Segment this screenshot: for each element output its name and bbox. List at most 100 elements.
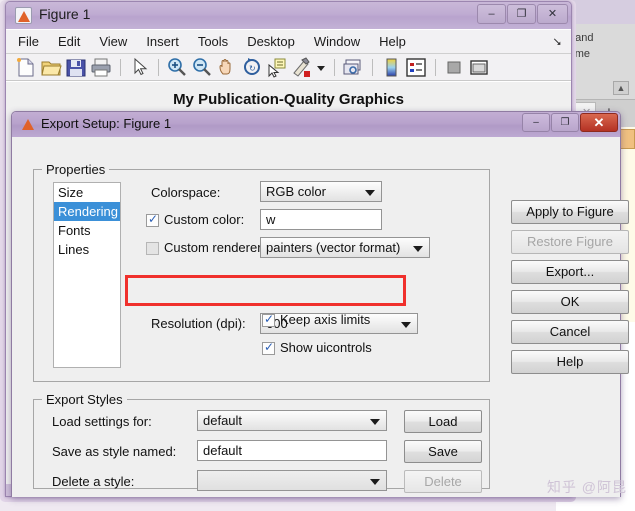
pan-icon[interactable] (215, 56, 239, 79)
figure-menubar: File Edit View Insert Tools Desktop Wind… (6, 29, 571, 54)
export-dialog-title: Export Setup: Figure 1 (41, 116, 172, 131)
custom-color-input[interactable]: w (260, 209, 382, 230)
save-as-style-value: default (203, 443, 243, 458)
save-as-style-label: Save as style named: (52, 444, 177, 459)
figure-window-controls: – ❐ ✕ (477, 4, 568, 24)
figure-toolbar: ↻ (6, 54, 571, 81)
category-listbox[interactable]: Size Rendering Fonts Lines (53, 182, 121, 368)
delete-style-combo[interactable] (197, 470, 387, 491)
custom-color-label: Custom color: (164, 212, 245, 227)
menu-edit[interactable]: Edit (58, 34, 93, 49)
category-item-fonts[interactable]: Fonts (54, 221, 120, 240)
menu-file[interactable]: File (18, 34, 52, 49)
background-cell-orange (619, 129, 635, 149)
export-styles-group-legend: Export Styles (42, 392, 127, 407)
colorbar-icon[interactable] (379, 56, 403, 79)
custom-renderer-checkbox[interactable] (146, 242, 159, 255)
custom-color-value: w (266, 212, 276, 227)
export-dialog-titlebar[interactable]: Export Setup: Figure 1 – ❐ ✕ (12, 112, 620, 137)
keep-axis-limits-checkbox[interactable] (262, 312, 275, 327)
keep-axis-limits-label: Keep axis limits (280, 312, 371, 327)
menu-insert[interactable]: Insert (146, 34, 192, 49)
restore-figure-button[interactable]: Restore Figure (511, 230, 629, 254)
load-button[interactable]: Load (404, 410, 482, 433)
menu-help[interactable]: Help (379, 34, 419, 49)
close-button[interactable]: ✕ (580, 113, 618, 132)
custom-renderer-value: painters (vector format) (266, 240, 401, 255)
brush-select-data-icon[interactable] (290, 56, 314, 79)
save-figure-icon[interactable] (64, 56, 88, 79)
hide-plot-tools-icon[interactable] (442, 56, 466, 79)
load-settings-combo[interactable]: default (197, 410, 387, 431)
export-dialog-window-controls: – ❐ ✕ (522, 113, 618, 132)
data-cursor-icon[interactable] (265, 56, 289, 79)
print-figure-icon[interactable] (89, 56, 113, 79)
screen-root: n and Time ▲ n ✕ + ▲ Figure 1 – ❐ ✕ (0, 0, 635, 511)
toolbar-separator (435, 58, 436, 76)
resolution-label: Resolution (dpi): (151, 316, 246, 331)
chevron-down-icon (413, 246, 423, 252)
show-uicontrols-checkbox[interactable] (262, 340, 275, 355)
minimize-button[interactable]: – (522, 113, 550, 132)
chevron-down-icon (370, 419, 380, 425)
chevron-down-icon (401, 322, 411, 328)
background-ribbon-line1: n and (566, 32, 594, 44)
ok-button[interactable]: OK (511, 290, 629, 314)
figure-title: Figure 1 (39, 6, 91, 22)
custom-renderer-combo[interactable]: painters (vector format) (260, 237, 430, 258)
delete-style-label: Delete a style: (52, 474, 135, 489)
colorspace-value: RGB color (266, 184, 326, 199)
open-file-icon[interactable] (39, 56, 63, 79)
menu-overflow-arrow-icon[interactable]: ⭨ (553, 35, 561, 50)
maximize-button[interactable]: ❐ (551, 113, 579, 132)
category-item-size[interactable]: Size (54, 183, 120, 202)
toolbar-separator (158, 58, 159, 76)
custom-color-checkbox[interactable] (146, 212, 159, 227)
properties-group-legend: Properties (42, 162, 110, 177)
cancel-button[interactable]: Cancel (511, 320, 629, 344)
export-styles-group: Export Styles Load settings for: default… (33, 392, 490, 493)
save-button[interactable]: Save (404, 440, 482, 463)
help-button[interactable]: Help (511, 350, 629, 374)
toolbar-separator (334, 58, 335, 76)
link-plot-icon[interactable] (341, 56, 365, 79)
category-item-lines[interactable]: Lines (54, 240, 120, 259)
menu-view[interactable]: View (99, 34, 140, 49)
menu-tools[interactable]: Tools (198, 34, 241, 49)
zoom-out-icon[interactable] (190, 56, 214, 79)
collapse-ribbon-icon[interactable]: ▲ (613, 81, 629, 95)
menu-window[interactable]: Window (314, 34, 373, 49)
zoom-in-icon[interactable] (165, 56, 189, 79)
load-settings-label: Load settings for: (52, 414, 152, 429)
category-item-rendering[interactable]: Rendering (54, 202, 120, 221)
figure-titlebar[interactable]: Figure 1 – ❐ ✕ (6, 2, 571, 29)
apply-to-figure-button[interactable]: Apply to Figure (511, 200, 629, 224)
brush-dropdown-icon[interactable] (315, 56, 327, 79)
show-plot-tools-icon[interactable] (467, 56, 491, 79)
show-uicontrols-label: Show uicontrols (280, 340, 372, 355)
minimize-button[interactable]: – (477, 4, 506, 24)
maximize-button[interactable]: ❐ (507, 4, 536, 24)
new-figure-icon[interactable] (14, 56, 38, 79)
colorspace-combo[interactable]: RGB color (260, 181, 382, 202)
delete-button[interactable]: Delete (404, 470, 482, 493)
menu-desktop[interactable]: Desktop (247, 34, 308, 49)
custom-renderer-label: Custom renderer: (164, 240, 266, 255)
rotate-3d-icon[interactable]: ↻ (240, 56, 264, 79)
legend-icon[interactable] (404, 56, 428, 79)
colorspace-label: Colorspace: (151, 185, 221, 200)
load-settings-value: default (203, 413, 243, 428)
chevron-down-icon (365, 190, 375, 196)
chevron-down-icon (370, 479, 380, 485)
export-button[interactable]: Export... (511, 260, 629, 284)
toolbar-separator (120, 58, 121, 76)
matlab-icon (20, 116, 36, 132)
save-as-style-input[interactable]: default (197, 440, 387, 461)
plot-title: My Publication-Quality Graphics (173, 91, 404, 108)
edit-plot-pointer-icon[interactable] (127, 56, 151, 79)
background-ribbon-line2: Time (566, 48, 591, 60)
close-button[interactable]: ✕ (537, 4, 568, 24)
svg-text:↻: ↻ (249, 64, 256, 73)
toolbar-separator (372, 58, 373, 76)
export-setup-dialog: Export Setup: Figure 1 – ❐ ✕ Properties … (11, 111, 629, 497)
